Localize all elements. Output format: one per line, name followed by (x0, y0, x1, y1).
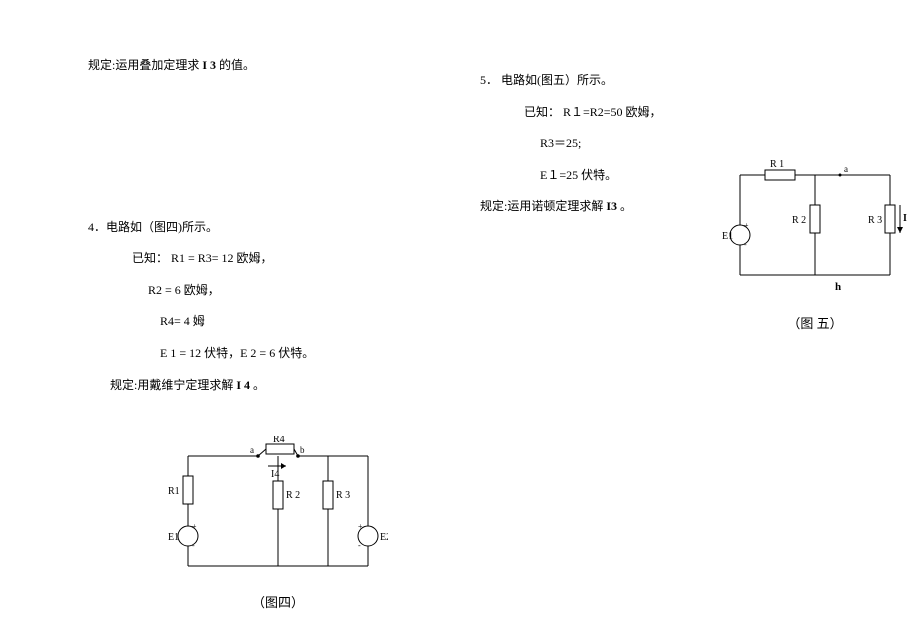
figure-4-caption: （图四） (168, 592, 388, 611)
q4-rule: 规定:用戴维宁定理求解 I 4 。 (88, 375, 458, 397)
fig4-e2-label: E2 (380, 532, 388, 543)
fig4-e2-plus: + (358, 522, 363, 531)
figure-5-container: R 1 a E1 + - R 2 R 3 I h （图 五） (720, 155, 910, 332)
q4-e: E 1 = 12 伏特，E 2 = 6 伏特。 (88, 343, 458, 365)
q4-r2: R2 = 6 欧姆， (88, 280, 458, 302)
figure-4-circuit: R4 a b I4 R1 E1 + - R 2 (168, 436, 388, 586)
q3-rule-suffix: 的值。 (219, 58, 255, 72)
q5-known-prefix: 已知： (524, 105, 560, 119)
q4-known-prefix: 已知： (132, 251, 168, 265)
figure-4-container: R4 a b I4 R1 E1 + - R 2 (168, 436, 458, 611)
q3-rule-prefix: 规定:运用叠加定理求 (88, 58, 199, 72)
fig5-h-label: h (835, 281, 841, 293)
fig4-r3-label: R 3 (336, 490, 350, 501)
fig4-e2-minus: - (358, 541, 361, 550)
q5-known: 已知： R１=R2=50 欧姆， (480, 102, 920, 124)
fig4-node-b: b (300, 445, 305, 455)
q4-rule-prefix: 规定:用戴维宁定理求解 (110, 378, 236, 392)
q3-rule-var: I 3 (202, 58, 216, 72)
fig5-node-a: a (844, 164, 848, 174)
q5-r1: R１=R2=50 欧姆， (563, 105, 662, 119)
fig5-e1-label: E1 (722, 231, 733, 242)
q4-rule-var: I 4 (236, 378, 250, 392)
q4-r1: R1 = R3= 12 欧姆， (171, 251, 273, 265)
q5-rule-var: I3 (606, 199, 617, 213)
left-column: 规定:运用叠加定理求 I 3 的值。 4．电路如（图四)所示。 已知： R1 =… (88, 55, 458, 611)
fig5-r3-label: R 3 (868, 215, 882, 226)
fig5-e1-plus: + (744, 221, 749, 230)
fig5-r2-label: R 2 (792, 215, 806, 226)
fig4-e1-minus: - (192, 541, 195, 550)
fig4-r4-label: R4 (273, 436, 285, 445)
fig4-r1-label: R1 (168, 486, 180, 497)
fig4-r2-label: R 2 (286, 490, 300, 501)
fig4-e1-plus: + (192, 522, 197, 531)
fig5-e1-minus: - (744, 240, 747, 249)
fig4-node-a: a (250, 445, 254, 455)
q4-intro: 4．电路如（图四)所示。 (88, 217, 458, 239)
fig4-e1-label: E1 (168, 532, 179, 543)
q5-rule-suffix: 。 (620, 199, 632, 213)
figure-5-caption: （图 五） (720, 313, 910, 332)
q3-rule: 规定:运用叠加定理求 I 3 的值。 (88, 55, 458, 77)
q5-r3: R3＝25; (480, 133, 920, 155)
q5-intro: 5． 电路如(图五）所示。 (480, 70, 920, 92)
fig5-r1-label: R 1 (770, 159, 784, 170)
q4-rule-suffix: 。 (253, 378, 265, 392)
q4-known: 已知： R1 = R3= 12 欧姆， (88, 248, 458, 270)
fig5-i-label: I (903, 213, 907, 224)
right-column: 5． 电路如(图五）所示。 已知： R１=R2=50 欧姆， R3＝25; E１… (480, 70, 920, 228)
figure-5-circuit: R 1 a E1 + - R 2 R 3 I h (720, 155, 910, 295)
q4-r4: R4= 4 姆 (88, 311, 458, 333)
q5-rule-prefix: 规定:运用诺顿定理求解 (480, 199, 606, 213)
